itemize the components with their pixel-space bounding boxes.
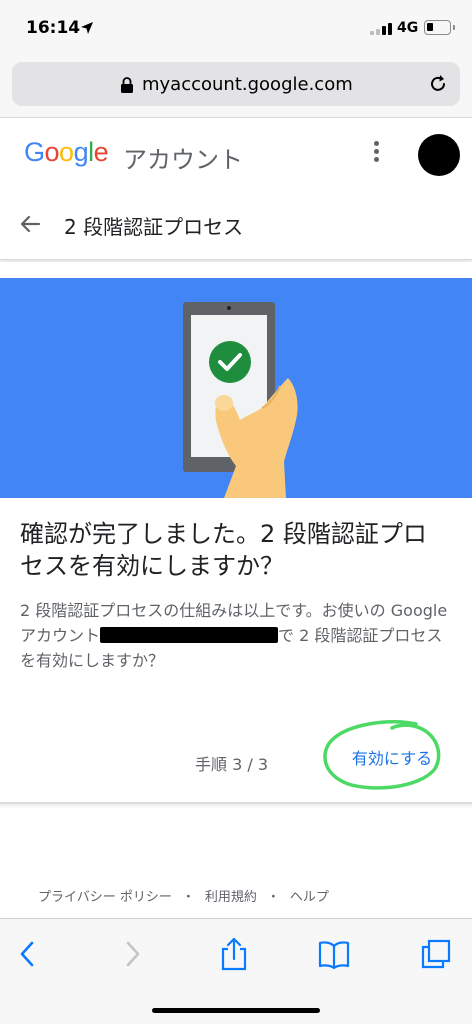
enable-button[interactable]: 有効にする — [336, 740, 448, 780]
account-label: アカウント — [123, 146, 243, 174]
bookmarks-icon[interactable] — [318, 937, 350, 971]
terms-link[interactable]: 利用規約 — [205, 890, 257, 905]
hero-illustration — [0, 278, 472, 498]
status-bar: 16:14 4G — [0, 0, 472, 58]
logo-letter: o — [59, 137, 74, 167]
home-indicator[interactable] — [152, 1008, 320, 1013]
card-description: 2 段階認証プロセスの仕組みは以上です。お使いの Google アカウントで 2… — [20, 598, 450, 673]
status-time: 16:14 — [26, 18, 81, 38]
page-header: 2 段階認証プロセス — [0, 190, 472, 260]
tabs-icon[interactable] — [420, 937, 452, 971]
back-icon[interactable] — [12, 937, 44, 971]
url-text: myaccount.google.com — [142, 74, 353, 95]
footer-links: プライバシー ポリシー・利用規約・ヘルプ — [38, 886, 329, 905]
confirmation-question: 確認が完了しました。2 段階認証プロセスを有効にしますか？ — [20, 520, 427, 580]
back-arrow-icon[interactable] — [18, 212, 42, 236]
separator: ・ — [266, 890, 280, 905]
reload-icon[interactable] — [428, 74, 448, 94]
redacted-email — [100, 627, 279, 643]
logo-letter: o — [44, 137, 60, 167]
lock-icon — [121, 77, 133, 93]
step-indicator: 手順 3 / 3 — [195, 755, 269, 774]
location-arrow-icon — [81, 22, 93, 34]
forward-icon[interactable] — [116, 937, 148, 971]
network-type: 4G — [397, 20, 419, 36]
logo-letter: g — [73, 137, 89, 167]
battery-icon — [424, 20, 451, 35]
check-circle-icon — [209, 341, 251, 383]
page-title: 2 段階認証プロセス — [64, 215, 244, 239]
logo-letter: G — [24, 137, 45, 167]
signal-icon — [370, 23, 392, 35]
browser-address-area: myaccount.google.com — [0, 58, 472, 118]
more-options-icon[interactable] — [366, 141, 386, 167]
share-icon[interactable] — [218, 937, 250, 971]
logo-letter: e — [93, 137, 109, 167]
privacy-policy-link[interactable]: プライバシー ポリシー — [38, 890, 172, 905]
google-logo[interactable]: Google — [24, 137, 109, 168]
help-link[interactable]: ヘルプ — [290, 890, 329, 905]
phone-check-illustration — [183, 302, 298, 498]
google-account-header: Google アカウント — [0, 119, 472, 189]
separator: ・ — [181, 890, 195, 905]
avatar[interactable] — [418, 134, 460, 176]
address-bar[interactable]: myaccount.google.com — [12, 62, 460, 106]
